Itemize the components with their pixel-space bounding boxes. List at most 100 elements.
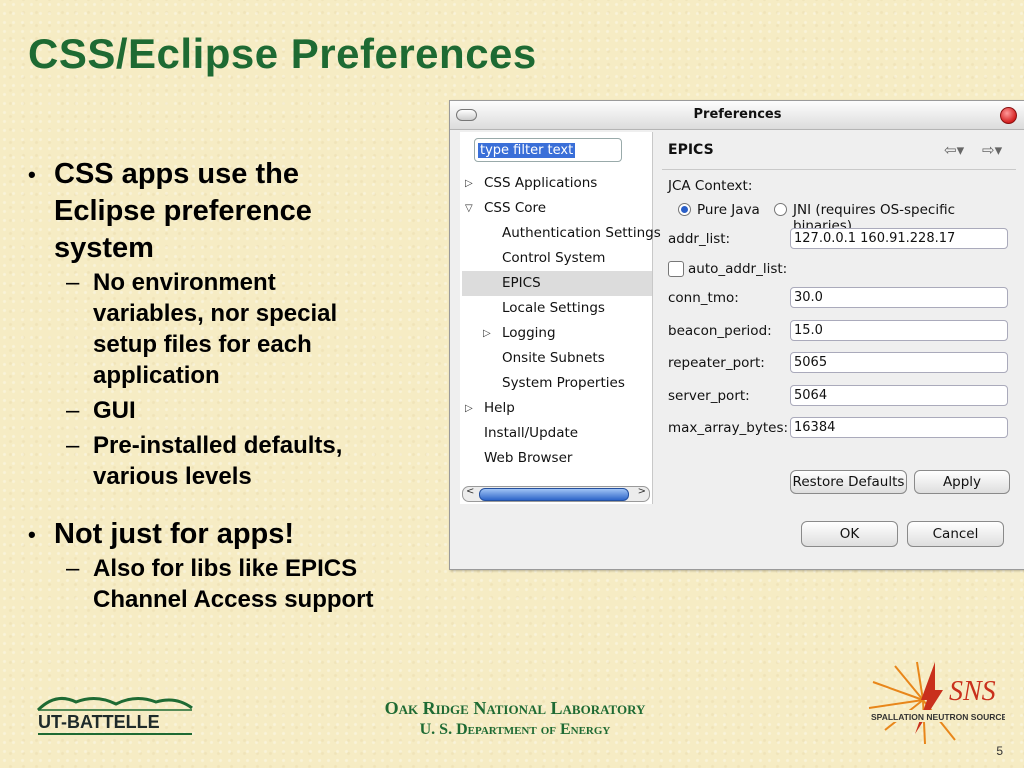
expand-arrow-icon[interactable]: ▷: [465, 171, 473, 196]
jca-context-label: JCA Context:: [668, 178, 753, 194]
tree-item-label: Authentication Settings: [502, 225, 661, 241]
sub-bullet-line: Also for libs like EPICS: [93, 555, 358, 582]
close-icon[interactable]: [1000, 107, 1017, 124]
page-number: 5: [996, 744, 1003, 758]
footer-line-1: Oak Ridge National Laboratory: [384, 698, 646, 718]
tree-item-authentication-settings[interactable]: Authentication Settings: [460, 221, 661, 246]
bullet-item: • CSS apps use the Eclipse preference sy…: [28, 156, 448, 267]
bullet-line: Not just for apps!: [54, 518, 295, 550]
radio-jni[interactable]: [774, 203, 787, 216]
tree-item-label: Web Browser: [484, 450, 573, 466]
expand-arrow-icon[interactable]: ▷: [465, 396, 473, 421]
sub-bullet-line: GUI: [93, 397, 136, 424]
conn-tmo-label: conn_tmo:: [668, 290, 739, 306]
tree-item-label: Logging: [502, 325, 556, 341]
tree-item-epics[interactable]: EPICS: [462, 271, 652, 296]
sub-bullet-item: – GUI: [66, 395, 448, 426]
back-arrow-icon[interactable]: ⇦▾: [944, 141, 964, 159]
sub-bullet-item: – Also for libs like EPICS Channel Acces…: [66, 553, 448, 615]
tree-item-label: EPICS: [502, 275, 541, 291]
dash-icon: –: [66, 269, 80, 296]
footer-org: Oak Ridge National Laboratory U. S. Depa…: [280, 698, 750, 739]
sub-bullet-line: setup files for each: [93, 331, 312, 358]
sub-bullet-line: application: [93, 362, 220, 389]
forward-arrow-icon[interactable]: ⇨▾: [982, 141, 1002, 159]
tree-item-help[interactable]: ▷ Help: [460, 396, 652, 421]
tree-item-label: CSS Applications: [484, 175, 598, 191]
auto-addr-list-label[interactable]: auto_addr_list:: [688, 261, 787, 277]
filter-placeholder: type filter text: [478, 143, 576, 158]
beacon-period-label: beacon_period:: [668, 323, 772, 339]
bullet-line: Eclipse preference: [54, 195, 312, 227]
sns-subtext: SPALLATION NEUTRON SOURCE: [871, 712, 1005, 722]
sub-bullet-item: – No environment variables, nor special …: [66, 267, 448, 391]
tree-item-css-core[interactable]: ▽ CSS Core: [460, 196, 652, 221]
header-divider: [662, 169, 1016, 170]
dash-icon: –: [66, 555, 80, 582]
tree-item-label: Install/Update: [484, 425, 579, 441]
bullet-item: • Not just for apps!: [28, 516, 448, 553]
scroll-right-icon[interactable]: >: [638, 486, 646, 497]
max-array-bytes-label: max_array_bytes:: [668, 420, 789, 436]
radio-pure-java[interactable]: [678, 203, 691, 216]
expand-arrow-icon[interactable]: ▷: [483, 321, 491, 346]
sub-bullet-line: Pre-installed defaults,: [93, 432, 343, 459]
radio-pure-java-label[interactable]: Pure Java: [697, 202, 760, 218]
tree-item-label: Help: [484, 400, 515, 416]
tree-item-logging[interactable]: ▷ Logging: [460, 321, 652, 346]
apply-button[interactable]: Apply: [914, 470, 1010, 494]
tree-item-web-browser[interactable]: Web Browser: [460, 446, 652, 471]
tree-item-label: Control System: [502, 250, 606, 266]
repeater-port-label: repeater_port:: [668, 355, 765, 371]
scroll-left-icon[interactable]: <: [466, 486, 474, 497]
sns-logo: SNS SPALLATION NEUTRON SOURCE: [865, 660, 1007, 753]
ut-battelle-text: UT-BATTELLE: [38, 712, 160, 732]
bullet-dot-icon: •: [28, 522, 36, 547]
max-array-bytes-field[interactable]: 16384: [790, 417, 1008, 438]
server-port-label: server_port:: [668, 388, 750, 404]
conn-tmo-field[interactable]: 30.0: [790, 287, 1008, 308]
dialog-titlebar[interactable]: Preferences: [450, 101, 1024, 130]
ut-battelle-logo: UT-BATTELLE: [36, 688, 196, 745]
cancel-button[interactable]: Cancel: [907, 521, 1004, 547]
bullet-line: system: [54, 232, 154, 264]
tree-item-css-applications[interactable]: ▷ CSS Applications: [460, 171, 652, 196]
restore-defaults-button[interactable]: Restore Defaults: [790, 470, 907, 494]
footer-line-2: U. S. Department of Energy: [419, 721, 611, 738]
tree-item-install-update[interactable]: Install/Update: [460, 421, 652, 446]
server-port-field[interactable]: 5064: [790, 385, 1008, 406]
sub-bullet-line: variables, nor special: [93, 300, 338, 327]
sns-text: SNS: [949, 676, 996, 707]
sub-bullet-line: various levels: [93, 463, 252, 490]
page-title: EPICS: [668, 142, 714, 158]
beacon-period-field[interactable]: 15.0: [790, 320, 1008, 341]
bullet-line: CSS apps use the: [54, 158, 299, 190]
preferences-dialog: Preferences type filter text ▷ CSS Appli…: [449, 100, 1024, 570]
collapse-arrow-icon[interactable]: ▽: [465, 196, 473, 221]
dash-icon: –: [66, 432, 80, 459]
sub-bullet-line: No environment: [93, 269, 276, 296]
horizontal-scrollbar[interactable]: < >: [462, 486, 650, 502]
dialog-title: Preferences: [693, 107, 782, 122]
tree-item-label: Onsite Subnets: [502, 350, 605, 366]
tree-item-label: CSS Core: [484, 200, 547, 216]
bullet-dot-icon: •: [28, 162, 36, 187]
addr-list-label: addr_list:: [668, 231, 731, 247]
tree-item-control-system[interactable]: Control System: [460, 246, 652, 271]
tree-item-locale-settings[interactable]: Locale Settings: [460, 296, 652, 321]
bullet-list: • CSS apps use the Eclipse preference sy…: [28, 156, 448, 615]
addr-list-field[interactable]: 127.0.0.1 160.91.228.17: [790, 228, 1008, 249]
repeater-port-field[interactable]: 5065: [790, 352, 1008, 373]
ok-button[interactable]: OK: [801, 521, 898, 547]
filter-input[interactable]: type filter text: [474, 138, 622, 162]
preference-tree-pane: type filter text ▷ CSS Applications ▽ CS…: [460, 132, 661, 504]
scrollbar-thumb[interactable]: [479, 488, 629, 501]
tree-item-onsite-subnets[interactable]: Onsite Subnets: [460, 346, 652, 371]
slide-title: CSS/Eclipse Preferences: [28, 30, 537, 77]
tree-item-label: System Properties: [502, 375, 625, 391]
preference-page: EPICS ⇦▾ ⇨▾ JCA Context: Pure Java JNI (…: [656, 132, 1016, 504]
auto-addr-list-checkbox[interactable]: [668, 261, 684, 277]
sub-bullet-line: Channel Access support: [93, 586, 374, 613]
tree-item-system-properties[interactable]: System Properties: [460, 371, 652, 396]
preference-tree: ▷ CSS Applications ▽ CSS Core Authentica…: [460, 171, 661, 471]
